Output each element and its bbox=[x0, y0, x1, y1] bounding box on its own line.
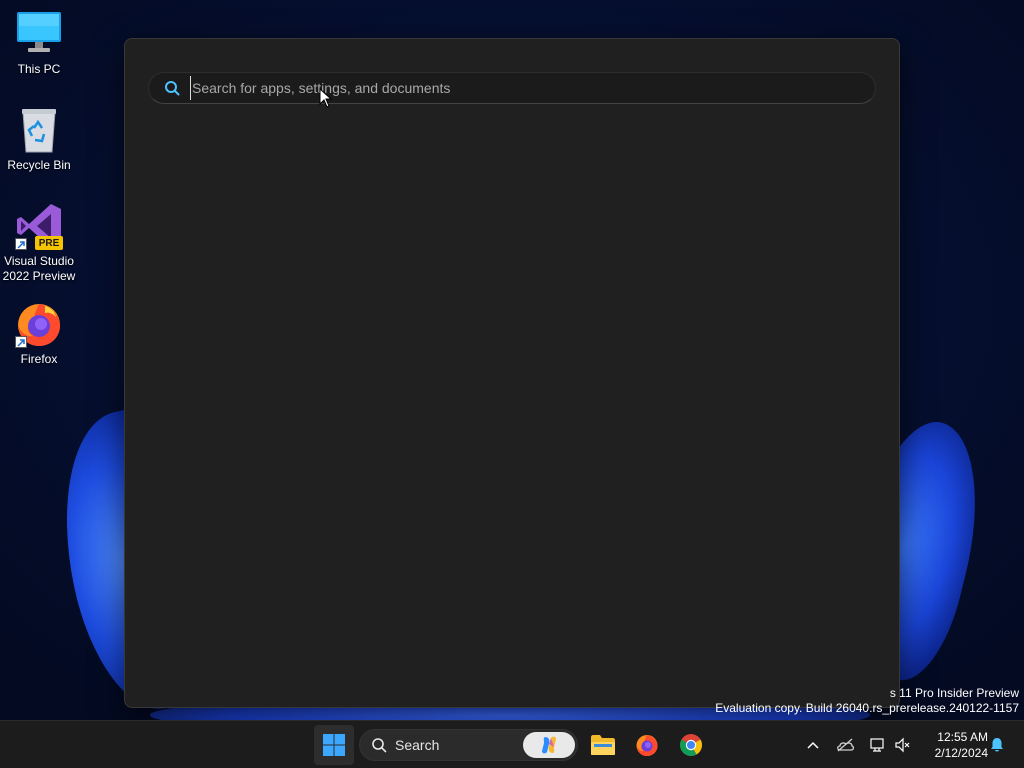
volume-muted-icon bbox=[895, 737, 910, 753]
tray-network[interactable] bbox=[866, 721, 888, 768]
clock-date: 2/12/2024 bbox=[934, 746, 988, 760]
start-button[interactable] bbox=[314, 725, 354, 765]
notification-center-button[interactable] bbox=[986, 721, 1008, 768]
copilot-button[interactable] bbox=[523, 732, 575, 758]
mouse-pointer-icon bbox=[319, 88, 333, 108]
taskbar-firefox[interactable] bbox=[627, 725, 667, 765]
taskbar-clock[interactable]: 12:55 AM 2/12/2024 bbox=[918, 729, 988, 761]
preview-badge: PRE bbox=[35, 236, 63, 250]
shortcut-arrow-icon bbox=[15, 336, 27, 348]
taskbar-search-box[interactable]: Search bbox=[359, 729, 578, 761]
taskbar-file-explorer[interactable] bbox=[583, 725, 623, 765]
desktop-icon-this-pc[interactable]: This PC bbox=[1, 10, 77, 77]
file-explorer-icon bbox=[591, 735, 615, 755]
show-hidden-icons-button[interactable] bbox=[802, 721, 824, 768]
taskbar: Search 12:55 AM 2/12/2024 bbox=[0, 720, 1024, 768]
label-line-1: Visual Studio bbox=[4, 254, 74, 268]
clock-time: 12:55 AM bbox=[937, 730, 988, 744]
desktop-icon-firefox[interactable]: Firefox bbox=[1, 300, 77, 367]
taskbar-search-label: Search bbox=[395, 737, 440, 753]
taskbar-chrome[interactable] bbox=[671, 725, 711, 765]
evaluation-watermark: s 11 Pro Insider Preview Evaluation copy… bbox=[715, 686, 1019, 716]
desktop-icon-label: Recycle Bin bbox=[7, 158, 71, 172]
search-box[interactable] bbox=[148, 72, 876, 104]
desktop-icon-label: Visual Studio 2022 Preview bbox=[3, 254, 76, 284]
notification-bell-icon bbox=[991, 738, 1003, 752]
monitor-icon bbox=[15, 10, 63, 58]
firefox-icon bbox=[636, 735, 658, 756]
shortcut-arrow-icon bbox=[15, 238, 27, 250]
tray-onedrive[interactable] bbox=[834, 721, 856, 768]
desktop-icon-label: This PC bbox=[17, 62, 61, 76]
windows-start-icon bbox=[323, 734, 345, 756]
chevron-up-icon bbox=[807, 741, 819, 749]
desktop-icon-label: Firefox bbox=[20, 352, 58, 366]
label-line-2: 2022 Preview bbox=[2, 269, 76, 283]
onedrive-icon bbox=[837, 738, 854, 752]
firefox-icon bbox=[15, 300, 63, 348]
search-icon bbox=[372, 738, 387, 753]
network-icon bbox=[870, 738, 884, 752]
visual-studio-preview-icon: PRE bbox=[15, 202, 63, 250]
desktop-icon-visual-studio[interactable]: PRE Visual Studio 2022 Preview bbox=[1, 202, 77, 284]
copilot-icon bbox=[542, 736, 556, 754]
tray-volume[interactable] bbox=[892, 721, 912, 768]
chrome-icon bbox=[680, 734, 702, 756]
search-flyout-panel bbox=[124, 38, 900, 708]
watermark-line-2: Evaluation copy. Build 26040.rs_prerelea… bbox=[715, 701, 1019, 715]
search-input[interactable] bbox=[190, 76, 875, 100]
recycle-bin-icon bbox=[15, 106, 63, 154]
search-icon bbox=[165, 81, 180, 96]
desktop-icon-recycle-bin[interactable]: Recycle Bin bbox=[1, 106, 77, 173]
watermark-line-1: s 11 Pro Insider Preview bbox=[889, 686, 1019, 700]
